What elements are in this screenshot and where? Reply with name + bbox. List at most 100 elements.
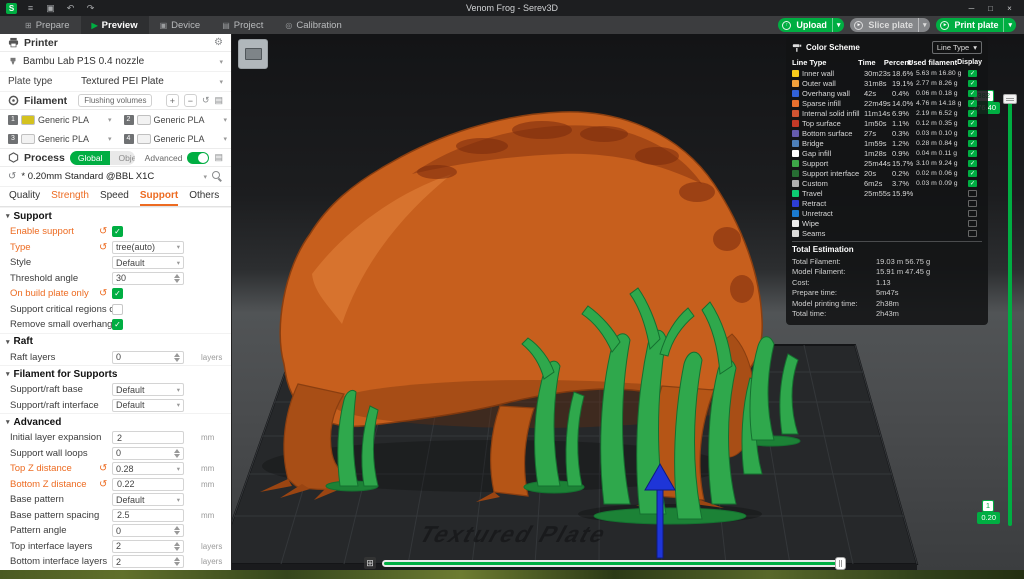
spinner-down-icon[interactable] xyxy=(174,358,180,362)
display-checkbox[interactable] xyxy=(968,190,977,197)
reset-icon[interactable]: ↺ xyxy=(99,479,107,490)
layer-slider-handle[interactable] xyxy=(1003,94,1017,104)
advanced-toggle[interactable] xyxy=(187,152,209,164)
spinner-arrows[interactable] xyxy=(174,274,180,283)
param-tab-others[interactable]: Others xyxy=(189,190,219,206)
undo-icon[interactable]: ↶ xyxy=(64,0,77,16)
add-filament-button[interactable]: + xyxy=(166,94,179,107)
reset-icon[interactable]: ↺ xyxy=(99,463,107,474)
spinner-arrows[interactable] xyxy=(174,353,180,362)
move-slider-handle[interactable] xyxy=(835,557,846,570)
spinner-down-icon[interactable] xyxy=(174,562,180,566)
viewport-canvas[interactable]: Textured Plate xyxy=(232,34,1024,570)
spinner-up-icon[interactable] xyxy=(174,274,180,278)
filament-list-icon[interactable]: ▤ xyxy=(214,95,223,106)
spinner-arrows[interactable] xyxy=(174,526,180,535)
spinner-down-icon[interactable] xyxy=(174,279,180,283)
spinner-down-icon[interactable] xyxy=(174,547,180,551)
text-input[interactable]: 2.5 xyxy=(112,509,184,522)
upload-button[interactable]: ↑ Upload ▾ xyxy=(778,18,844,32)
display-checkbox[interactable]: ✓ xyxy=(968,70,977,77)
minimize-icon[interactable]: ─ xyxy=(963,1,980,16)
tab-prepare[interactable]: ⊞Prepare xyxy=(14,16,81,34)
upload-dropdown-icon[interactable]: ▾ xyxy=(832,18,845,32)
tab-project[interactable]: ▤Project xyxy=(211,16,274,34)
spinner-arrows[interactable] xyxy=(174,449,180,458)
param-list-icon[interactable]: ▤ xyxy=(214,152,223,163)
scope-objects-button[interactable]: Objects xyxy=(110,151,134,165)
spinner-up-icon[interactable] xyxy=(174,353,180,357)
search-preset-icon[interactable] xyxy=(212,171,223,182)
printer-settings-gear-icon[interactable]: ⚙ xyxy=(214,37,223,48)
spinner-input[interactable]: 30 xyxy=(112,272,184,285)
display-checkbox[interactable]: ✓ xyxy=(968,130,977,137)
layer-slider[interactable] xyxy=(1008,94,1012,526)
dropdown[interactable]: 0.28▾ xyxy=(112,462,184,475)
print-dropdown-icon[interactable]: ▾ xyxy=(1003,18,1016,32)
display-checkbox[interactable]: ✓ xyxy=(968,180,977,187)
spinner-arrows[interactable] xyxy=(174,542,180,551)
display-checkbox[interactable] xyxy=(968,200,977,207)
menu-icon[interactable]: ≡ xyxy=(24,0,37,16)
tab-preview[interactable]: ▶Preview xyxy=(81,16,149,34)
dropdown[interactable]: Default▾ xyxy=(112,399,184,412)
dropdown[interactable]: Default▾ xyxy=(112,256,184,269)
flushing-volumes-button[interactable]: Flushing volumes xyxy=(78,94,152,107)
maximize-icon[interactable]: □ xyxy=(982,1,999,16)
display-checkbox[interactable] xyxy=(968,210,977,217)
display-checkbox[interactable]: ✓ xyxy=(968,150,977,157)
param-tab-strength[interactable]: Strength xyxy=(51,190,89,206)
display-checkbox[interactable]: ✓ xyxy=(968,140,977,147)
display-checkbox[interactable]: ✓ xyxy=(968,170,977,177)
printer-select[interactable]: Bambu Lab P1S 0.4 nozzle ▾ xyxy=(0,52,231,72)
plate-type-select[interactable]: Textured PEI Plate xyxy=(81,76,214,87)
slider-mode-icon[interactable]: ⊞ xyxy=(364,557,376,569)
save-icon[interactable]: ▣ xyxy=(44,0,57,16)
move-slider[interactable] xyxy=(382,560,843,567)
close-icon[interactable]: × xyxy=(1001,1,1018,16)
spinner-up-icon[interactable] xyxy=(174,557,180,561)
spinner-input[interactable]: 0 xyxy=(112,351,184,364)
filament-color-chip[interactable] xyxy=(137,134,151,144)
reset-icon[interactable]: ↺ xyxy=(99,226,107,237)
settings-group-header[interactable]: ▾Filament for Supports xyxy=(0,365,231,382)
redo-icon[interactable]: ↷ xyxy=(84,0,97,16)
spinner-input[interactable]: 0 xyxy=(112,447,184,460)
display-checkbox[interactable]: ✓ xyxy=(968,80,977,87)
display-checkbox[interactable]: ✓ xyxy=(968,90,977,97)
spinner-down-icon[interactable] xyxy=(174,531,180,535)
spinner-up-icon[interactable] xyxy=(174,542,180,546)
spinner-up-icon[interactable] xyxy=(174,526,180,530)
dropdown[interactable]: tree(auto)▾ xyxy=(112,241,184,254)
display-checkbox[interactable]: ✓ xyxy=(968,100,977,107)
filament-slot-2[interactable]: 2Generic PLA▾ xyxy=(116,110,232,129)
display-checkbox[interactable] xyxy=(968,220,977,227)
spinner-arrows[interactable] xyxy=(174,557,180,566)
spinner-input[interactable]: 0 xyxy=(112,524,184,537)
checkbox[interactable]: ✓ xyxy=(112,319,123,330)
filament-color-chip[interactable] xyxy=(21,115,35,125)
slice-dropdown-icon[interactable]: ▾ xyxy=(918,18,931,32)
tab-device[interactable]: ▣Device xyxy=(149,16,212,34)
filament-color-chip[interactable] xyxy=(137,115,151,125)
param-tab-speed[interactable]: Speed xyxy=(100,190,129,206)
filament-slot-1[interactable]: 1Generic PLA▾ xyxy=(0,110,116,129)
display-checkbox[interactable] xyxy=(968,230,977,237)
checkbox[interactable] xyxy=(112,304,123,315)
filament-slot-4[interactable]: 4Generic PLA▾ xyxy=(116,129,232,148)
display-checkbox[interactable]: ✓ xyxy=(968,120,977,127)
tab-calibration[interactable]: ◎Calibration xyxy=(274,16,352,34)
param-tab-quality[interactable]: Quality xyxy=(9,190,40,206)
dropdown[interactable]: Default▾ xyxy=(112,383,184,396)
slice-plate-button[interactable]: ▸ Slice plate ▾ xyxy=(850,18,930,32)
process-preset-select[interactable]: ↺ * 0.20mm Standard @BBL X1C ▾ xyxy=(0,167,231,187)
filament-color-chip[interactable] xyxy=(21,134,35,144)
settings-group-header[interactable]: ▾Advanced xyxy=(0,413,231,430)
sync-preset-icon[interactable]: ↺ xyxy=(8,171,16,182)
spinner-input[interactable]: 2 xyxy=(112,555,184,568)
checkbox[interactable]: ✓ xyxy=(112,288,123,299)
param-tab-support[interactable]: Support xyxy=(140,190,178,206)
spinner-input[interactable]: 2 xyxy=(112,540,184,553)
checkbox[interactable]: ✓ xyxy=(112,226,123,237)
reset-icon[interactable]: ↺ xyxy=(99,288,107,299)
